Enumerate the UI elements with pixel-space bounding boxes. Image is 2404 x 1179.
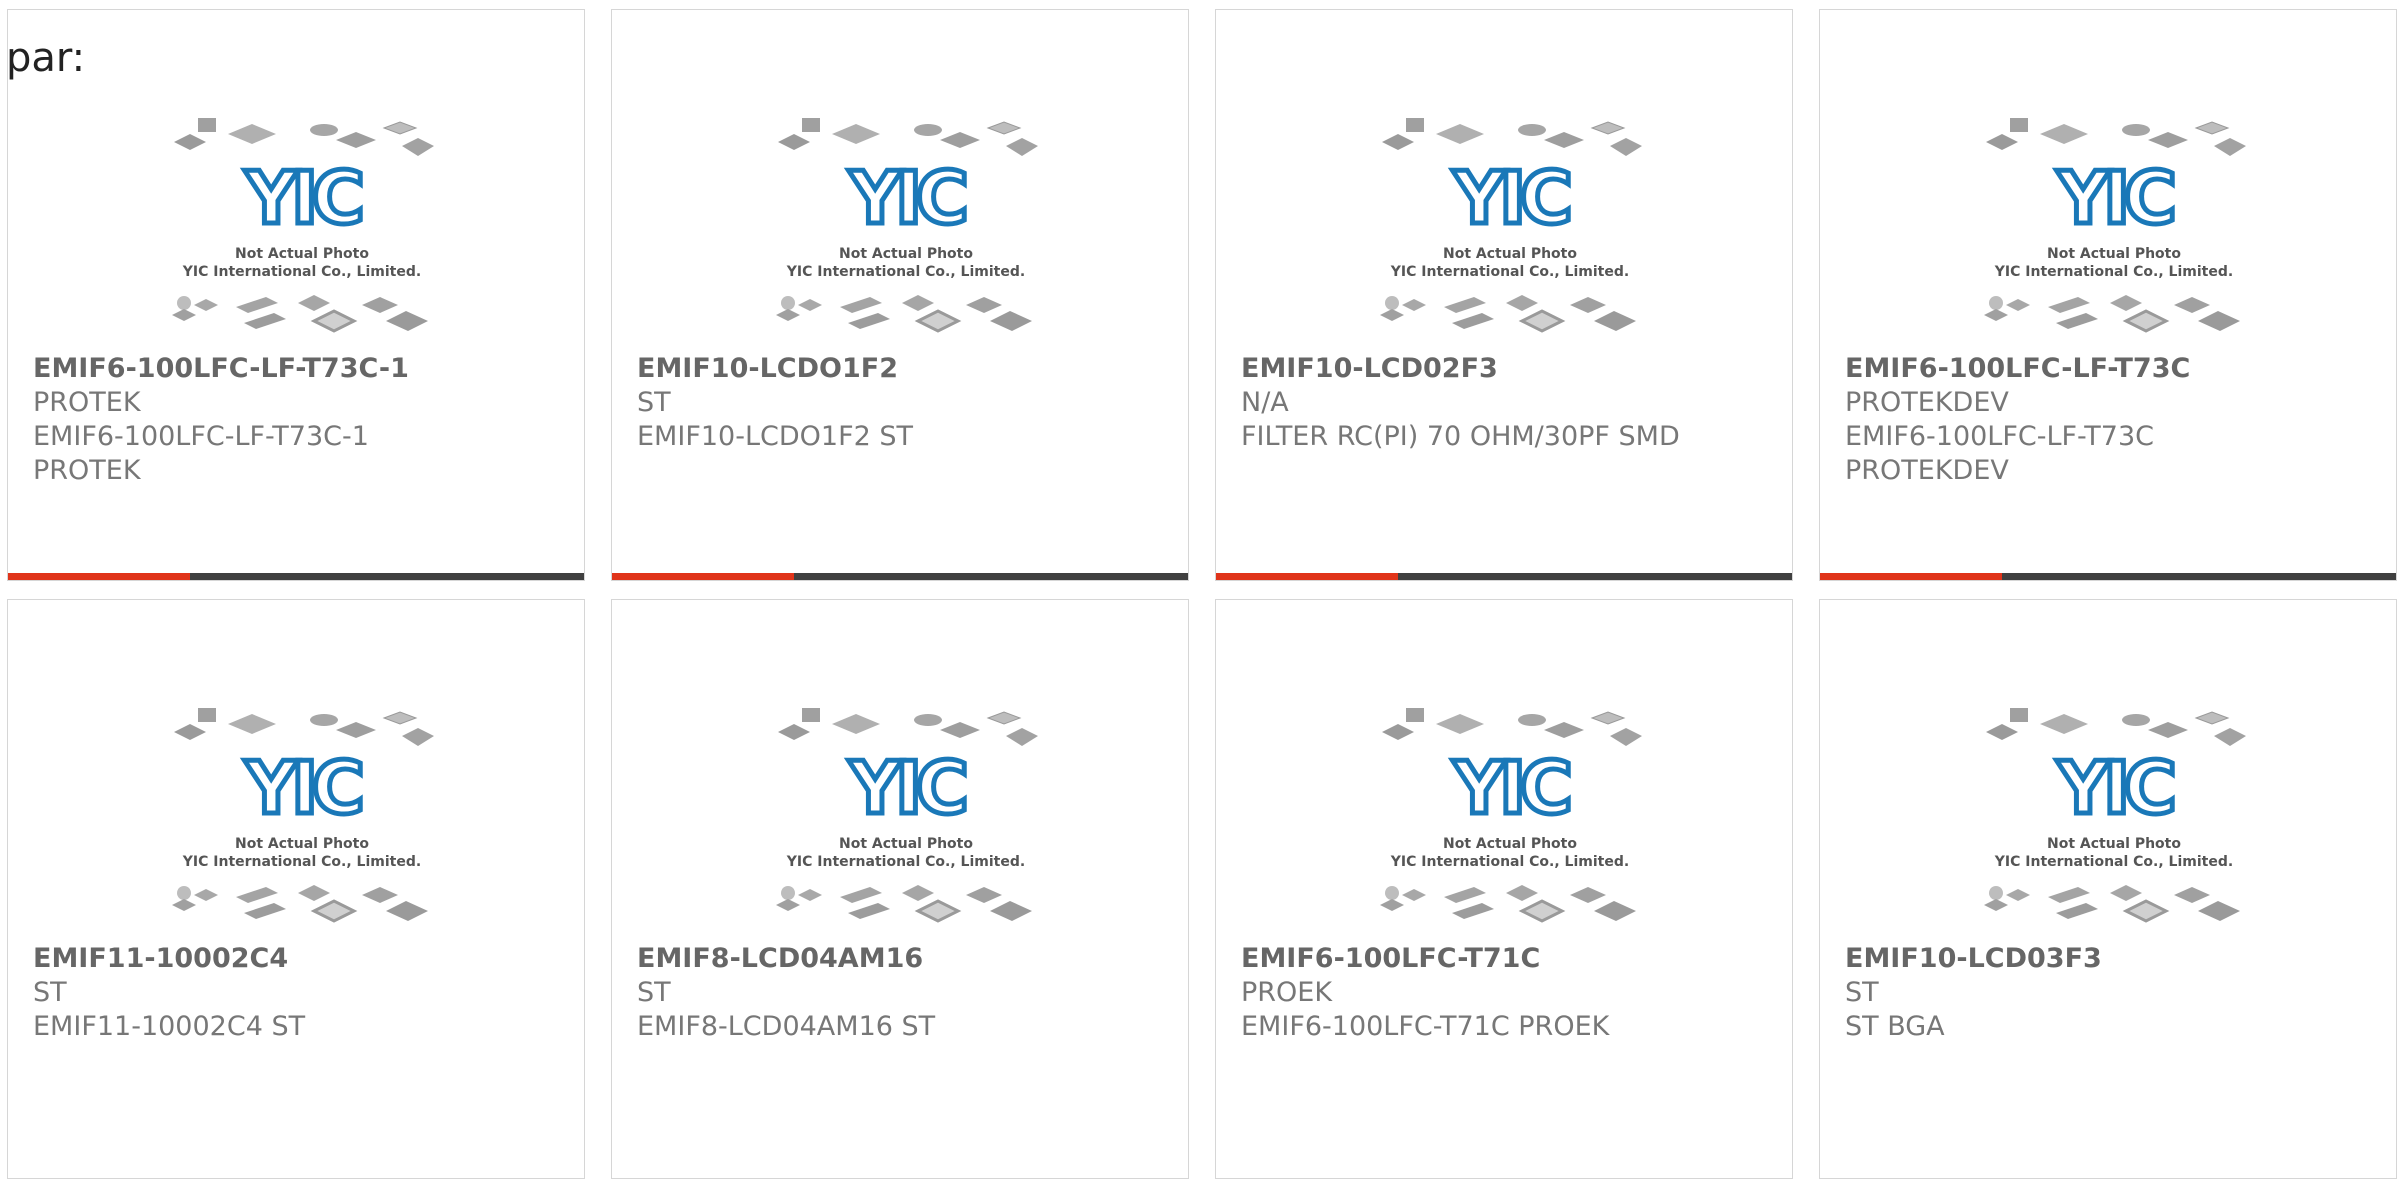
description: EMIF10-LCDO1F2 ST [637, 421, 913, 452]
product-photo: YIC Not Actual Photo YIC International Co.… [1374, 688, 1644, 928]
svg-text:YIC: YIC [2056, 156, 2173, 240]
svg-text:YIC: YIC [244, 156, 361, 240]
svg-text:Not Actual Photo: Not Actual Photo [235, 246, 369, 262]
description: ST BGA [1845, 1011, 1945, 1042]
svg-text:YIC: YIC [848, 746, 965, 830]
svg-text:YIC: YIC [2056, 746, 2173, 830]
product-card[interactable]: YIC Not Actual Photo YIC International Co.… [1215, 599, 1793, 1179]
card-bar [612, 573, 1188, 580]
part-number-link[interactable]: EMIF6-100LFC-LF-T73C-1 [33, 352, 574, 386]
svg-text:Not Actual Photo: Not Actual Photo [235, 836, 369, 852]
manufacturer: ST [637, 977, 671, 1008]
product-card[interactable]: YIC Not Actual Photo YIC International Co.… [7, 599, 585, 1179]
svg-text:Not Actual Photo: Not Actual Photo [1443, 836, 1577, 852]
page-label: par: [6, 35, 86, 81]
product-placeholder-image: YIC Not Actual Photo YIC International Co.… [1984, 708, 2246, 923]
part-number-link[interactable]: EMIF6-100LFC-T71C [1241, 942, 1782, 976]
card-bar-accent [8, 573, 190, 580]
product-photo: YIC Not Actual Photo YIC International Co.… [770, 688, 1040, 928]
product-placeholder-image: YIC Not Actual Photo YIC International Co.… [1984, 118, 2246, 333]
product-card[interactable]: YIC Not Actual Photo YIC International Co.… [611, 9, 1189, 581]
svg-text:YIC: YIC [244, 746, 361, 830]
card-bar [1216, 573, 1792, 580]
svg-text:Not Actual Photo: Not Actual Photo [1443, 246, 1577, 262]
product-photo: YIC Not Actual Photo YIC International Co.… [770, 98, 1040, 338]
svg-text:YIC International Co., Limited: YIC International Co., Limited. [1390, 854, 1629, 870]
manufacturer: ST [33, 977, 67, 1008]
part-number-link[interactable]: EMIF6-100LFC-LF-T73C [1845, 352, 2386, 386]
card-bar-accent [1216, 573, 1398, 580]
svg-text:YIC: YIC [1452, 156, 1569, 240]
svg-text:YIC International Co., Limited: YIC International Co., Limited. [1994, 854, 2233, 870]
card-bar [8, 573, 584, 580]
part-number-link[interactable]: EMIF10-LCD03F3 [1845, 942, 2386, 976]
svg-text:Not Actual Photo: Not Actual Photo [2047, 246, 2181, 262]
description: EMIF11-10002C4 ST [33, 1011, 306, 1042]
product-placeholder-image: YIC Not Actual Photo YIC International Co.… [172, 708, 434, 923]
svg-text:Not Actual Photo: Not Actual Photo [2047, 836, 2181, 852]
svg-text:YIC International Co., Limited: YIC International Co., Limited. [786, 264, 1025, 280]
description-extra: PROTEKDEV [1845, 455, 2009, 486]
svg-text:Not Actual Photo: Not Actual Photo [839, 246, 973, 262]
description: EMIF6-100LFC-LF-T73C [1845, 421, 2155, 452]
svg-text:Not Actual Photo: Not Actual Photo [839, 836, 973, 852]
product-card[interactable]: YIC Not Actual Photo YIC International Co.… [1819, 9, 2397, 581]
product-card[interactable]: YIC Not Actual Photo YIC International Co.… [611, 599, 1189, 1179]
manufacturer: PROTEK [33, 387, 141, 418]
product-placeholder-image: YIC Not Actual Photo YIC International Co.… [776, 708, 1038, 923]
product-placeholder-image: YIC Not Actual Photo YIC International Co.… [1380, 708, 1642, 923]
part-number-link[interactable]: EMIF10-LCD02F3 [1241, 352, 1782, 386]
svg-text:YIC: YIC [848, 156, 965, 240]
part-number-link[interactable]: EMIF8-LCD04AM16 [637, 942, 1178, 976]
product-photo: YIC Not Actual Photo YIC International Co.… [1374, 98, 1644, 338]
description: EMIF6-100LFC-T71C PROEK [1241, 1011, 1610, 1042]
product-card[interactable]: YIC Not Actual Photo YIC International Co.… [1819, 599, 2397, 1179]
card-bar [1820, 573, 2396, 580]
product-placeholder-image: YIC Not Actual Photo YIC International Co.… [1380, 118, 1642, 333]
description: EMIF8-LCD04AM16 ST [637, 1011, 936, 1042]
product-photo: YIC Not Actual Photo YIC International Co.… [166, 98, 436, 338]
product-placeholder-image: YIC Not Actual Photo YIC International Co.… [172, 118, 434, 333]
svg-text:YIC International Co., Limited: YIC International Co., Limited. [1994, 264, 2233, 280]
description: EMIF6-100LFC-LF-T73C-1 [33, 421, 369, 452]
manufacturer: ST [1845, 977, 1879, 1008]
svg-text:YIC International Co., Limited: YIC International Co., Limited. [1390, 264, 1629, 280]
description-extra: PROTEK [33, 455, 141, 486]
product-photo: YIC Not Actual Photo YIC International Co.… [1978, 688, 2248, 928]
part-number-link[interactable]: EMIF10-LCDO1F2 [637, 352, 1178, 386]
product-photo: YIC Not Actual Photo YIC International Co.… [166, 688, 436, 928]
card-bar-accent [612, 573, 794, 580]
svg-text:YIC: YIC [1452, 746, 1569, 830]
card-bar-accent [1820, 573, 2002, 580]
manufacturer: PROTEKDEV [1845, 387, 2009, 418]
manufacturer: ST [637, 387, 671, 418]
product-photo: YIC Not Actual Photo YIC International Co.… [1978, 98, 2248, 338]
svg-text:YIC International Co., Limited: YIC International Co., Limited. [182, 854, 421, 870]
product-placeholder-image: YIC Not Actual Photo YIC International Co.… [776, 118, 1038, 333]
product-card[interactable]: YIC Not Actual Photo YIC International Co.… [7, 9, 585, 581]
svg-text:YIC International Co., Limited: YIC International Co., Limited. [786, 854, 1025, 870]
part-number-link[interactable]: EMIF11-10002C4 [33, 942, 574, 976]
manufacturer: PROEK [1241, 977, 1333, 1008]
manufacturer: N/A [1241, 387, 1289, 418]
description: FILTER RC(PI) 70 OHM/30PF SMD [1241, 421, 1680, 452]
svg-text:YIC International Co., Limited: YIC International Co., Limited. [182, 264, 421, 280]
product-card[interactable]: YIC Not Actual Photo YIC International Co.… [1215, 9, 1793, 581]
